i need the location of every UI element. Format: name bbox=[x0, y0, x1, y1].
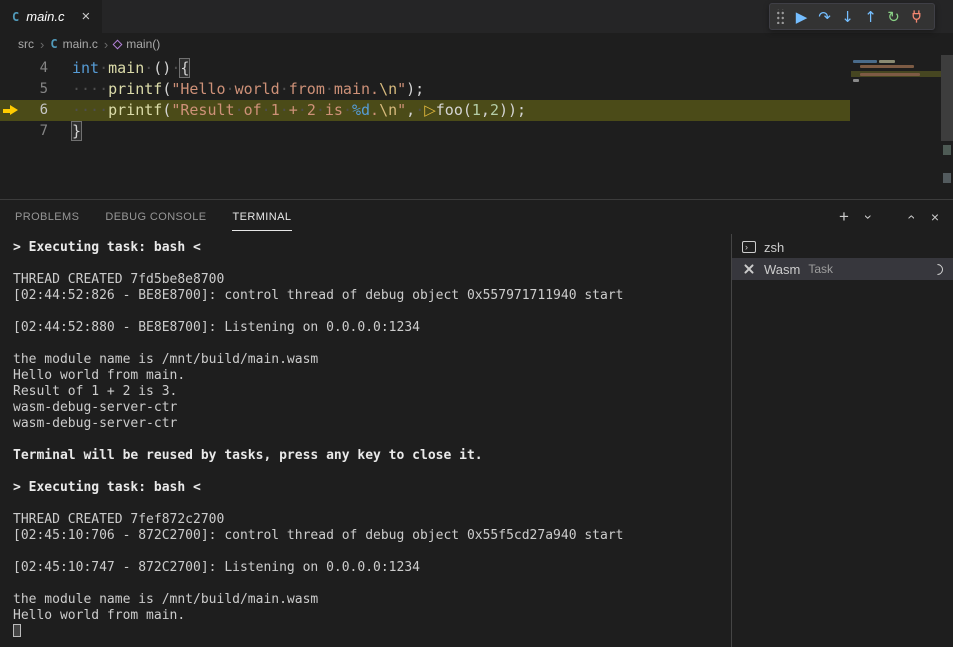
bottom-panel: PROBLEMS DEBUG CONSOLE TERMINAL + › › × > Exe… bbox=[0, 199, 953, 647]
gutter[interactable]: 6 bbox=[0, 100, 48, 121]
terminal-line: [02:44:52:826 - BE8E8700]: control threa… bbox=[13, 288, 731, 304]
disconnect-button[interactable] bbox=[905, 5, 928, 28]
breadcrumb: src › Cmain.c › main() bbox=[0, 33, 953, 55]
scrollbar-thumb[interactable] bbox=[941, 55, 953, 141]
step-into-button[interactable]: ↓ bbox=[836, 5, 859, 28]
editor-tab-bar: C main.c × ▶↷↓↑↻ bbox=[0, 0, 953, 33]
code-line-7[interactable]: 7} bbox=[0, 121, 850, 142]
terminal-list-meta: Task bbox=[808, 262, 833, 276]
new-terminal-button[interactable]: + bbox=[836, 207, 852, 227]
overview-ruler-mark bbox=[943, 145, 951, 155]
code-editor[interactable]: 4int·main·()·{5····printf("Hello·world·f… bbox=[0, 55, 953, 199]
line-number: 7 bbox=[40, 123, 48, 139]
gutter[interactable]: 7 bbox=[0, 121, 48, 142]
panel-body: > Executing task: bash < THREAD CREATED 7… bbox=[0, 234, 953, 647]
terminal-line: > Executing task: bash < bbox=[13, 480, 731, 496]
symbol-method-icon bbox=[113, 39, 123, 49]
overview-ruler-mark bbox=[943, 173, 951, 183]
minimap-line bbox=[853, 79, 859, 82]
drag-grip-icon[interactable] bbox=[776, 9, 785, 24]
terminal-line: [02:44:52:880 - BE8E8700]: Listening on … bbox=[13, 320, 731, 336]
terminal-line: Result of 1 + 2 is 3. bbox=[13, 384, 731, 400]
line-number: 4 bbox=[40, 60, 48, 76]
minimap-line bbox=[860, 65, 914, 68]
breadcrumb-item-mainc[interactable]: Cmain.c bbox=[50, 37, 98, 51]
c-file-icon: C bbox=[12, 10, 19, 24]
minimap-line bbox=[853, 60, 877, 63]
terminal-line bbox=[13, 304, 731, 320]
breadcrumb-label: main() bbox=[126, 37, 160, 51]
gutter[interactable]: 4 bbox=[0, 58, 48, 79]
line-number: 6 bbox=[40, 102, 48, 118]
breadcrumb-label: main.c bbox=[63, 37, 98, 51]
terminal-line bbox=[13, 496, 731, 512]
panel-tab-strip: PROBLEMS DEBUG CONSOLE TERMINAL bbox=[14, 203, 836, 231]
terminal-list-label: zsh bbox=[764, 240, 784, 255]
terminal-line: Terminal will be reused by tasks, press … bbox=[13, 448, 731, 464]
minimap-line bbox=[879, 60, 895, 63]
terminal-line: [02:45:10:747 - 872C2700]: Listening on … bbox=[13, 560, 731, 576]
terminal-line: wasm-debug-server-ctr bbox=[13, 400, 731, 416]
terminal-cursor bbox=[13, 624, 21, 637]
gutter[interactable]: 5 bbox=[0, 79, 48, 100]
terminal-line bbox=[13, 336, 731, 352]
code-line-5[interactable]: 5····printf("Hello·world·from·main.\n"); bbox=[0, 79, 850, 100]
line-number: 5 bbox=[40, 81, 48, 97]
breadcrumb-item-src[interactable]: src bbox=[18, 37, 34, 51]
tab-label: main.c bbox=[26, 9, 64, 24]
terminal-line: THREAD CREATED 7fd5be8e8700 bbox=[13, 272, 731, 288]
terminal-line bbox=[13, 576, 731, 592]
tab-problems[interactable]: PROBLEMS bbox=[14, 203, 80, 231]
terminal-line: Hello world from main. bbox=[13, 608, 731, 624]
maximize-panel-button[interactable]: › bbox=[902, 209, 918, 225]
terminal-line: the module name is /mnt/build/main.wasm bbox=[13, 592, 731, 608]
panel-header: PROBLEMS DEBUG CONSOLE TERMINAL + › › × bbox=[0, 200, 953, 234]
code-lines: 4int·main·()·{5····printf("Hello·world·f… bbox=[0, 58, 953, 142]
tools-icon bbox=[742, 262, 756, 276]
code-line-4[interactable]: 4int·main·()·{ bbox=[0, 58, 850, 79]
launch-profile-dropdown-icon[interactable]: › bbox=[861, 209, 877, 225]
breadcrumb-separator-icon: › bbox=[40, 37, 44, 52]
terminal-list-label: Wasm bbox=[764, 262, 800, 277]
terminal-line bbox=[13, 624, 731, 640]
continue-button[interactable]: ▶ bbox=[790, 5, 813, 28]
breadcrumb-separator-icon: › bbox=[104, 37, 108, 52]
tab-terminal[interactable]: TERMINAL bbox=[232, 203, 293, 231]
minimap-line bbox=[860, 73, 920, 76]
vscode-window: C main.c × ▶↷↓↑↻ src › Cmain.c › main() 4int… bbox=[0, 0, 953, 647]
close-icon[interactable]: × bbox=[82, 8, 91, 25]
terminal-line bbox=[13, 256, 731, 272]
terminal-line: Hello world from main. bbox=[13, 368, 731, 384]
terminal-line: wasm-debug-server-ctr bbox=[13, 416, 731, 432]
terminal-line bbox=[13, 544, 731, 560]
terminal-line: [02:45:10:706 - 872C2700]: control threa… bbox=[13, 528, 731, 544]
terminal-list: zsh Wasm Task bbox=[731, 234, 953, 647]
breadcrumb-label: src bbox=[18, 37, 34, 51]
terminal-icon bbox=[742, 241, 756, 253]
editor-scrollbar[interactable] bbox=[941, 55, 953, 199]
step-over-button[interactable]: ↷ bbox=[813, 5, 836, 28]
close-panel-button[interactable]: × bbox=[927, 209, 943, 225]
terminal-line bbox=[13, 432, 731, 448]
step-out-button[interactable]: ↑ bbox=[859, 5, 882, 28]
terminal-line: > Executing task: bash < bbox=[13, 240, 731, 256]
terminal-line: the module name is /mnt/build/main.wasm bbox=[13, 352, 731, 368]
terminal-line: THREAD CREATED 7fef872c2700 bbox=[13, 512, 731, 528]
minimap[interactable] bbox=[851, 57, 941, 177]
debug-current-line-arrow-icon bbox=[3, 105, 19, 116]
breadcrumb-item-main[interactable]: main() bbox=[114, 37, 160, 51]
debug-toolbar: ▶↷↓↑↻ bbox=[769, 3, 935, 30]
panel-actions: + › › × bbox=[836, 207, 943, 227]
terminal-list-item-wasm[interactable]: Wasm Task bbox=[732, 258, 953, 280]
restart-button[interactable]: ↻ bbox=[882, 5, 905, 28]
debug-toolbar-buttons: ▶↷↓↑↻ bbox=[790, 5, 928, 28]
c-file-icon: C bbox=[50, 37, 57, 51]
tab-main-c[interactable]: C main.c × bbox=[0, 0, 103, 33]
code-line-6[interactable]: 6····printf("Result·of·1·+·2·is·%d.\n",·… bbox=[0, 100, 850, 121]
spinner-icon bbox=[930, 261, 946, 277]
terminal-output[interactable]: > Executing task: bash < THREAD CREATED 7… bbox=[0, 234, 731, 647]
terminal-list-item-zsh[interactable]: zsh bbox=[732, 236, 953, 258]
terminal-line bbox=[13, 464, 731, 480]
tab-debug-console[interactable]: DEBUG CONSOLE bbox=[104, 203, 207, 231]
